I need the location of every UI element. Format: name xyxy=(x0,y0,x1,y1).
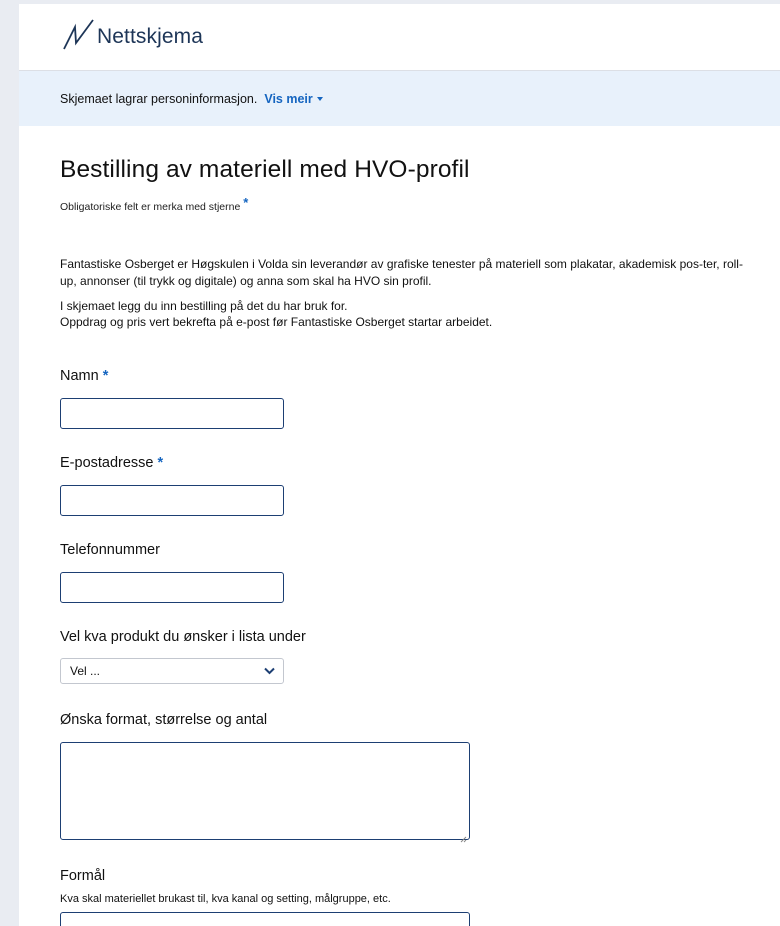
format-field: Ønska format, størrelse og antal xyxy=(60,711,750,843)
site-header: Nettskjema xyxy=(19,4,780,71)
intro-paragraph: I skjemaet legg du inn bestilling på det… xyxy=(60,298,750,330)
phone-input[interactable] xyxy=(60,572,284,603)
phone-label: Telefonnummer xyxy=(60,542,160,558)
email-field: E-postadresse * xyxy=(60,454,750,516)
nettskjema-logo-icon xyxy=(60,18,96,57)
nettskjema-logo[interactable]: Nettskjema xyxy=(60,18,203,57)
required-star: * xyxy=(243,195,249,210)
caret-down-icon xyxy=(316,96,323,101)
required-star: * xyxy=(102,368,109,384)
vis-meir-label: Vis meir xyxy=(264,91,313,106)
required-note: Obligatoriske felt er merka med stjerne … xyxy=(60,195,750,213)
required-star: * xyxy=(157,455,164,471)
email-label-text: E-postadresse xyxy=(60,455,154,471)
name-input[interactable] xyxy=(60,398,284,429)
name-label: Namn * xyxy=(60,368,108,384)
form-intro: Fantastiske Osberget er Høgskulen i Vold… xyxy=(60,256,750,330)
phone-field: Telefonnummer xyxy=(60,541,750,603)
name-label-text: Namn xyxy=(60,368,99,384)
format-label: Ønska format, størrelse og antal xyxy=(60,712,268,728)
notice-text: Skjemaet lagrar personinformasjon. xyxy=(60,91,258,106)
form-title: Bestilling av materiell med HVO-profil xyxy=(60,156,470,183)
purpose-help: Kva skal materiellet brukast til, kva ka… xyxy=(60,893,391,905)
email-label: E-postadresse * xyxy=(60,455,163,471)
intro-paragraph: Fantastiske Osberget er Høgskulen i Vold… xyxy=(60,257,743,288)
resize-grip-icon[interactable] xyxy=(460,830,467,843)
intro-line: Oppdrag og pris vert bekrefta på e-post … xyxy=(60,315,493,329)
logo-text: Nettskjema xyxy=(97,25,204,48)
page: Nettskjema Skjemaet lagrar personinforma… xyxy=(19,4,780,926)
name-field: Namn * xyxy=(60,367,750,429)
product-select[interactable]: Vel ... xyxy=(60,658,284,684)
chevron-down-icon xyxy=(264,664,275,678)
purpose-label: Formål xyxy=(60,868,106,884)
required-note-text: Obligatoriske felt er merka med stjerne xyxy=(60,201,241,213)
product-field: Vel kva produkt du ønsker i lista under … xyxy=(60,628,750,684)
privacy-notice: Skjemaet lagrar personinformasjon. Vis m… xyxy=(19,71,780,126)
purpose-textarea[interactable] xyxy=(60,912,470,926)
product-select-value: Vel ... xyxy=(70,664,101,678)
product-label: Vel kva produkt du ønsker i lista under xyxy=(60,629,306,645)
intro-line: I skjemaet legg du inn bestilling på det… xyxy=(60,299,348,313)
email-input[interactable] xyxy=(60,485,284,516)
format-textarea[interactable] xyxy=(60,742,470,843)
vis-meir-link[interactable]: Vis meir xyxy=(264,91,323,106)
form-content: Bestilling av materiell med HVO-profil O… xyxy=(19,156,780,926)
purpose-field: Formål Kva skal materiellet brukast til,… xyxy=(60,867,750,926)
